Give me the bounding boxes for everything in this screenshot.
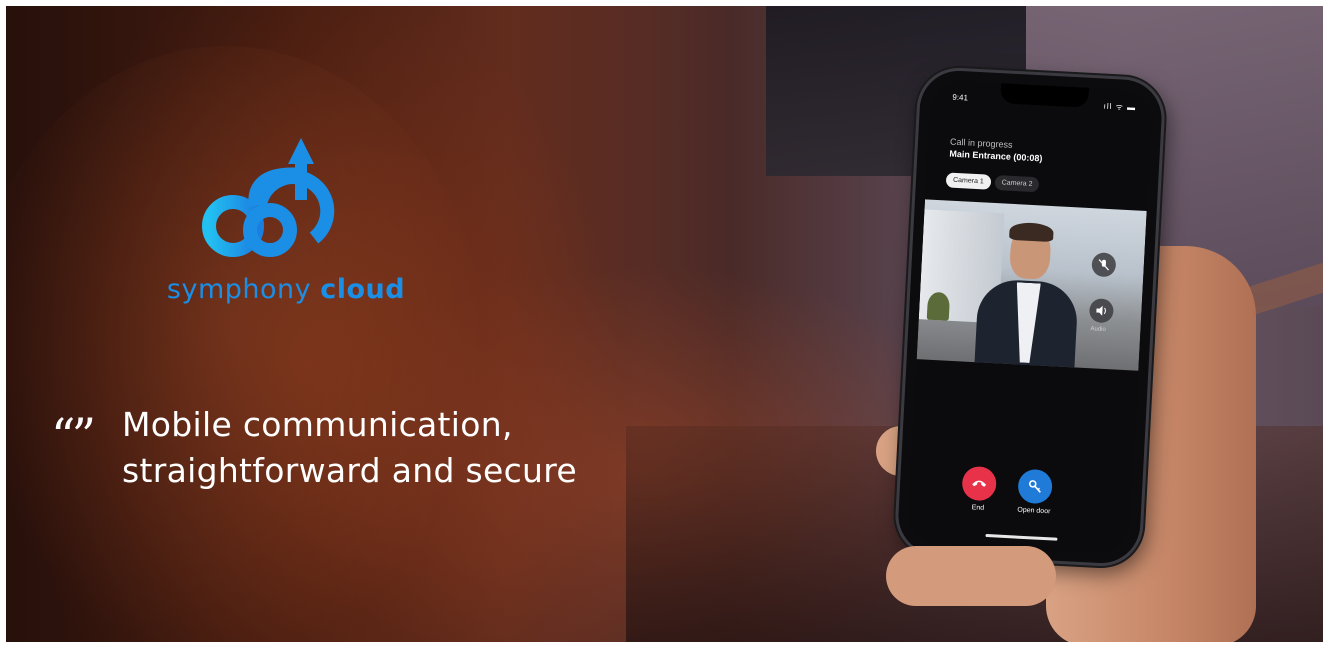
tagline-line-2: straightforward and secure [122,451,577,490]
call-title: Main Entrance (00:08) [949,148,1043,164]
status-time: 9:41 [952,92,969,103]
audio-label: Audio [1090,326,1106,333]
brand-name: symphony cloud [156,274,416,305]
key-icon [1028,480,1041,493]
end-call-button[interactable] [961,465,998,502]
phone-hangup-icon [972,480,987,487]
open-door-label: Open door [1017,506,1051,516]
cloud-upload-icon [202,138,335,257]
phone-notch [1000,83,1090,108]
smartphone: 9:41 ıll ᯤ ▬ Call in progress Main Entra… [893,65,1167,569]
status-icons: ıll ᯤ ▬ [1103,101,1137,113]
tab-camera-2[interactable]: Camera 2 [994,174,1040,193]
tab-camera-1[interactable]: Camera 1 [945,172,992,190]
finger [886,546,1056,606]
call-status-label: Call in progress [949,136,1013,150]
brand-name-part1: symphony [166,274,312,305]
brand-name-part2: cloud [320,274,406,305]
quote-icon: “” [56,382,98,438]
symphony-cloud-logo: symphony cloud [156,134,416,324]
camera-tabs: Camera 1 Camera 2 [945,172,1040,193]
hero-banner: symphony cloud “” Mobile communication, … [6,6,1323,642]
video-plant [926,291,951,321]
home-indicator [985,533,1058,541]
microphone-muted-icon[interactable] [1091,252,1117,278]
visitor-hair [1009,221,1054,243]
phone-screen: 9:41 ıll ᯤ ▬ Call in progress Main Entra… [907,79,1153,555]
end-call-label: End [971,504,985,512]
open-door-button[interactable] [1017,468,1054,505]
video-feed: Audio [916,199,1147,371]
speaker-icon[interactable] [1088,298,1115,324]
tagline: Mobile communication, straightforward an… [122,402,577,494]
background-shade [6,6,646,642]
tagline-line-1: Mobile communication, [122,405,513,444]
